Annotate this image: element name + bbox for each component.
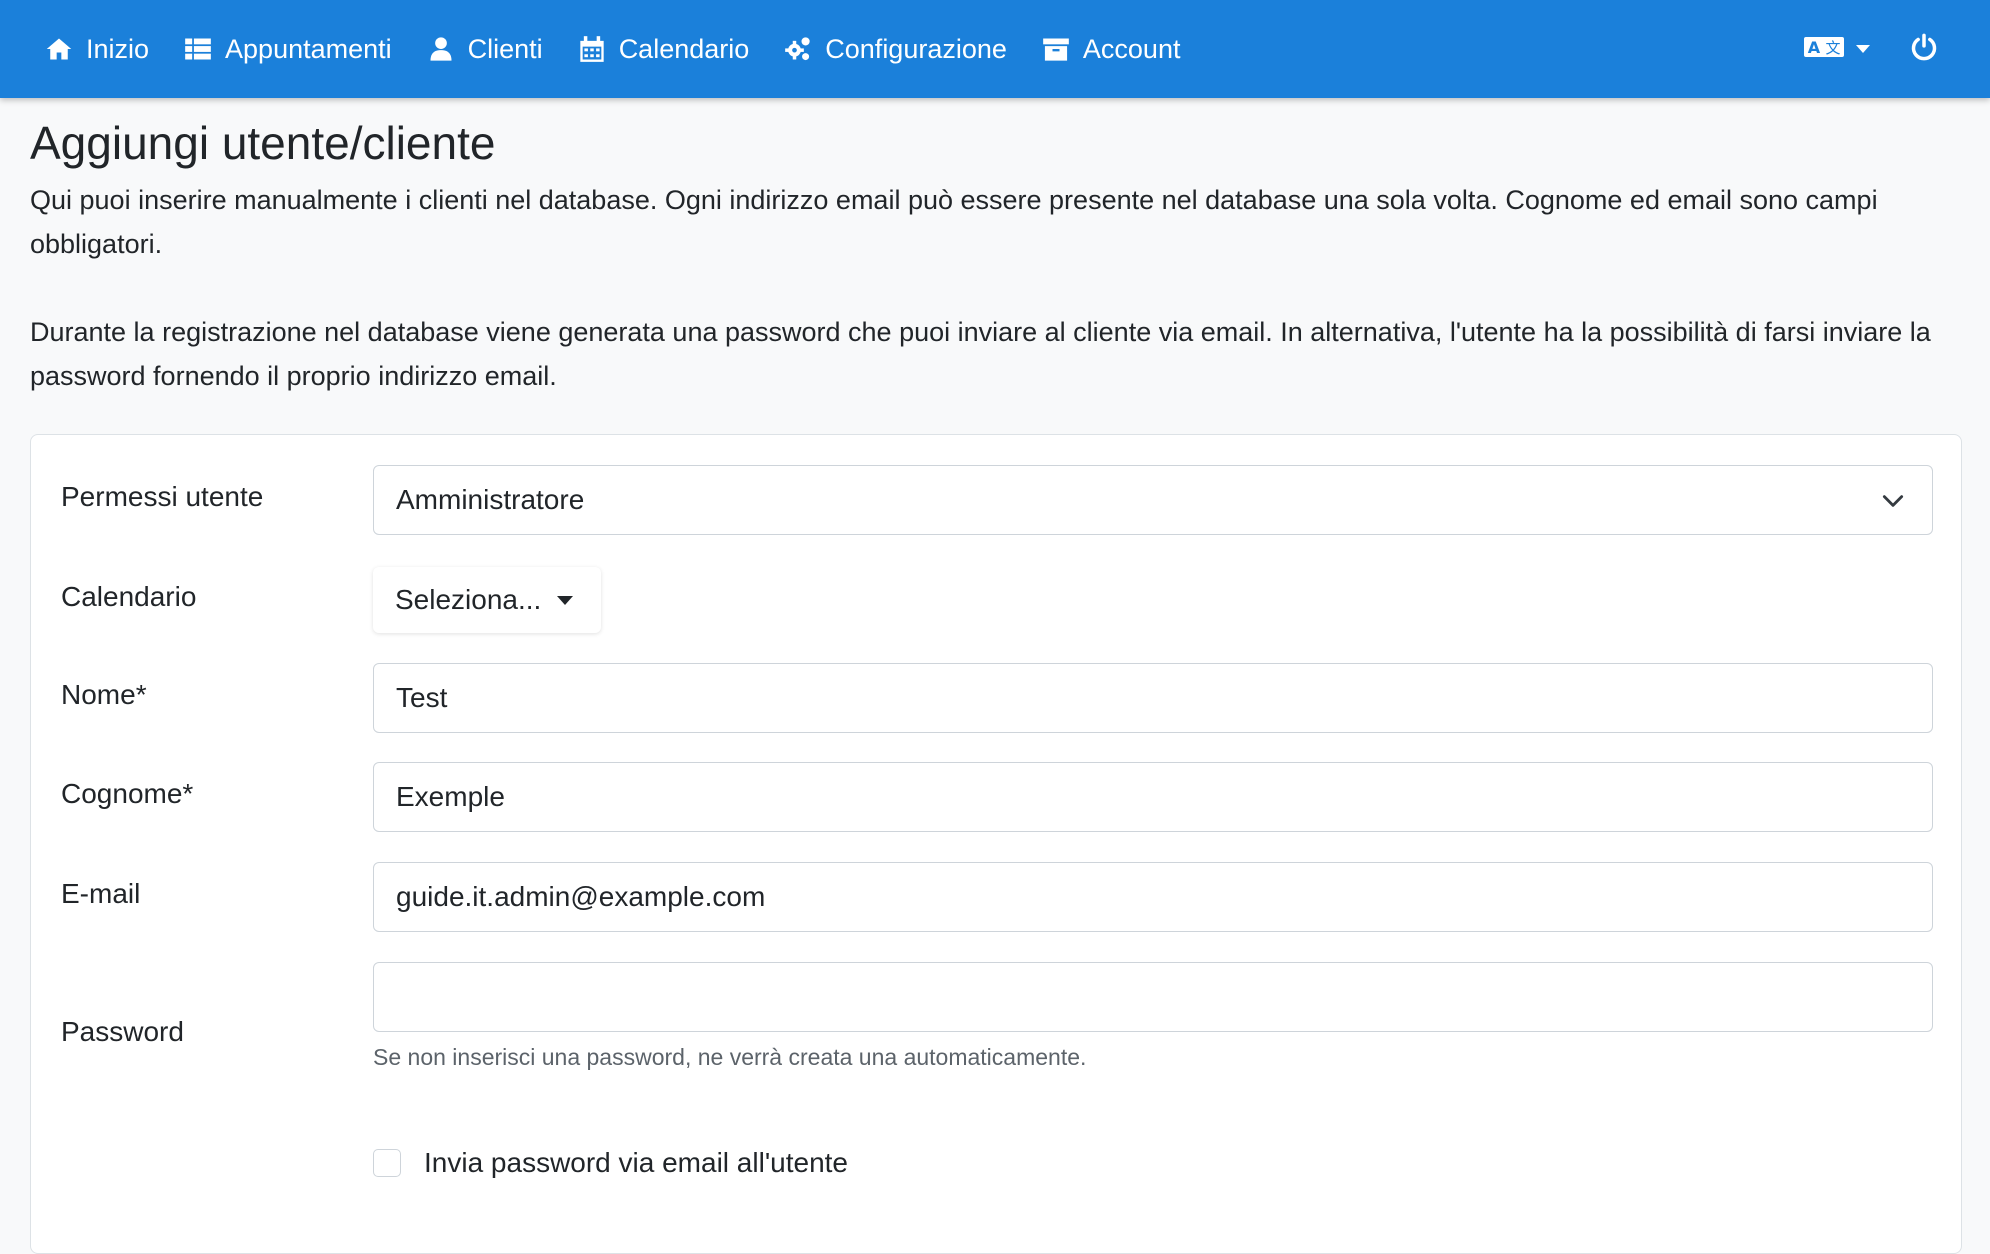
last-name-value: Exemple — [396, 781, 505, 812]
permissions-label: Permessi utente — [61, 481, 264, 512]
list-icon — [183, 34, 213, 64]
page-title: Aggiungi utente/cliente — [30, 117, 496, 169]
calendar-row: Calendario Seleziona... — [31, 565, 1961, 635]
archive-icon — [1041, 34, 1071, 64]
intro-text: Qui puoi inserire manualmente i clienti … — [30, 178, 1960, 398]
password-label: Password — [61, 1016, 184, 1047]
chevron-down-icon — [1880, 488, 1906, 514]
intro-paragraph-1: Qui puoi inserire manualmente i clienti … — [30, 185, 1878, 259]
calendar-label: Calendario — [61, 581, 197, 612]
main-nav: Inizio Appuntamenti Clienti Calendario C… — [44, 0, 1214, 98]
nav-item-calendario[interactable]: Calendario — [577, 33, 750, 65]
nav-item-label: Configurazione — [825, 33, 1007, 64]
calendar-dropdown[interactable]: Seleziona... — [373, 567, 601, 633]
send-password-checkbox[interactable] — [373, 1149, 401, 1177]
permissions-row: Permessi utente Amministratore — [31, 465, 1961, 535]
email-field[interactable]: guide.it.admin@example.com — [373, 862, 1933, 932]
calendar-icon — [577, 34, 607, 64]
password-row: Password Se non inserisci una password, … — [31, 962, 1961, 1092]
nav-right: A文 — [1804, 0, 1938, 98]
power-icon — [1910, 33, 1938, 66]
last-name-input[interactable]: Exemple — [373, 762, 1933, 832]
nav-item-label: Account — [1082, 33, 1181, 64]
email-value: guide.it.admin@example.com — [396, 881, 766, 912]
email-row: E-mail guide.it.admin@example.com — [31, 862, 1961, 932]
nav-item-account[interactable]: Account — [1041, 33, 1181, 65]
svg-text:A: A — [1808, 38, 1821, 57]
calendar-dropdown-label: Seleziona... — [395, 584, 542, 615]
send-password-label[interactable]: Invia password via email all'utente — [424, 1147, 848, 1179]
last-name-label: Cognome* — [61, 778, 194, 809]
nav-item-label: Inizio — [86, 33, 150, 64]
main-content: Aggiungi utente/cliente Qui puoi inserir… — [30, 98, 1962, 1254]
top-navbar: Inizio Appuntamenti Clienti Calendario C… — [0, 0, 1990, 98]
language-dropdown[interactable]: A文 — [1804, 35, 1870, 64]
last-name-row: Cognome* Exemple — [31, 762, 1961, 832]
email-label: E-mail — [61, 878, 141, 909]
nav-item-configurazione[interactable]: Configurazione — [783, 34, 1007, 65]
gears-icon — [783, 34, 813, 64]
password-help-text: Se non inserisci una password, ne verrà … — [373, 1044, 1087, 1070]
caret-down-icon — [557, 595, 574, 605]
user-form-card: Permessi utente Amministratore Calendari… — [30, 434, 1962, 1254]
first-name-input[interactable]: Test — [373, 663, 1933, 733]
intro-paragraph-2: Durante la registrazione nel database vi… — [30, 317, 1931, 391]
logout-button[interactable] — [1910, 33, 1938, 66]
user-icon — [426, 34, 456, 64]
nav-item-label: Clienti — [467, 33, 543, 64]
first-name-value: Test — [396, 682, 448, 713]
nav-item-label: Appuntamenti — [225, 33, 392, 64]
nav-item-inizio[interactable]: Inizio — [44, 34, 149, 65]
nav-item-label: Calendario — [618, 33, 750, 64]
permissions-value: Amministratore — [396, 484, 585, 515]
password-input[interactable] — [373, 962, 1933, 1032]
nav-item-clienti[interactable]: Clienti — [426, 34, 543, 65]
send-password-row: Invia password via email all'utente — [31, 1147, 1961, 1187]
nav-item-appuntamenti[interactable]: Appuntamenti — [183, 34, 392, 65]
caret-down-icon — [1856, 45, 1870, 53]
home-icon — [44, 34, 74, 64]
permissions-select[interactable]: Amministratore — [373, 465, 1933, 535]
language-icon: A文 — [1804, 35, 1844, 64]
first-name-row: Nome* Test — [31, 663, 1961, 733]
svg-text:文: 文 — [1825, 39, 1840, 57]
first-name-label: Nome* — [61, 679, 147, 710]
